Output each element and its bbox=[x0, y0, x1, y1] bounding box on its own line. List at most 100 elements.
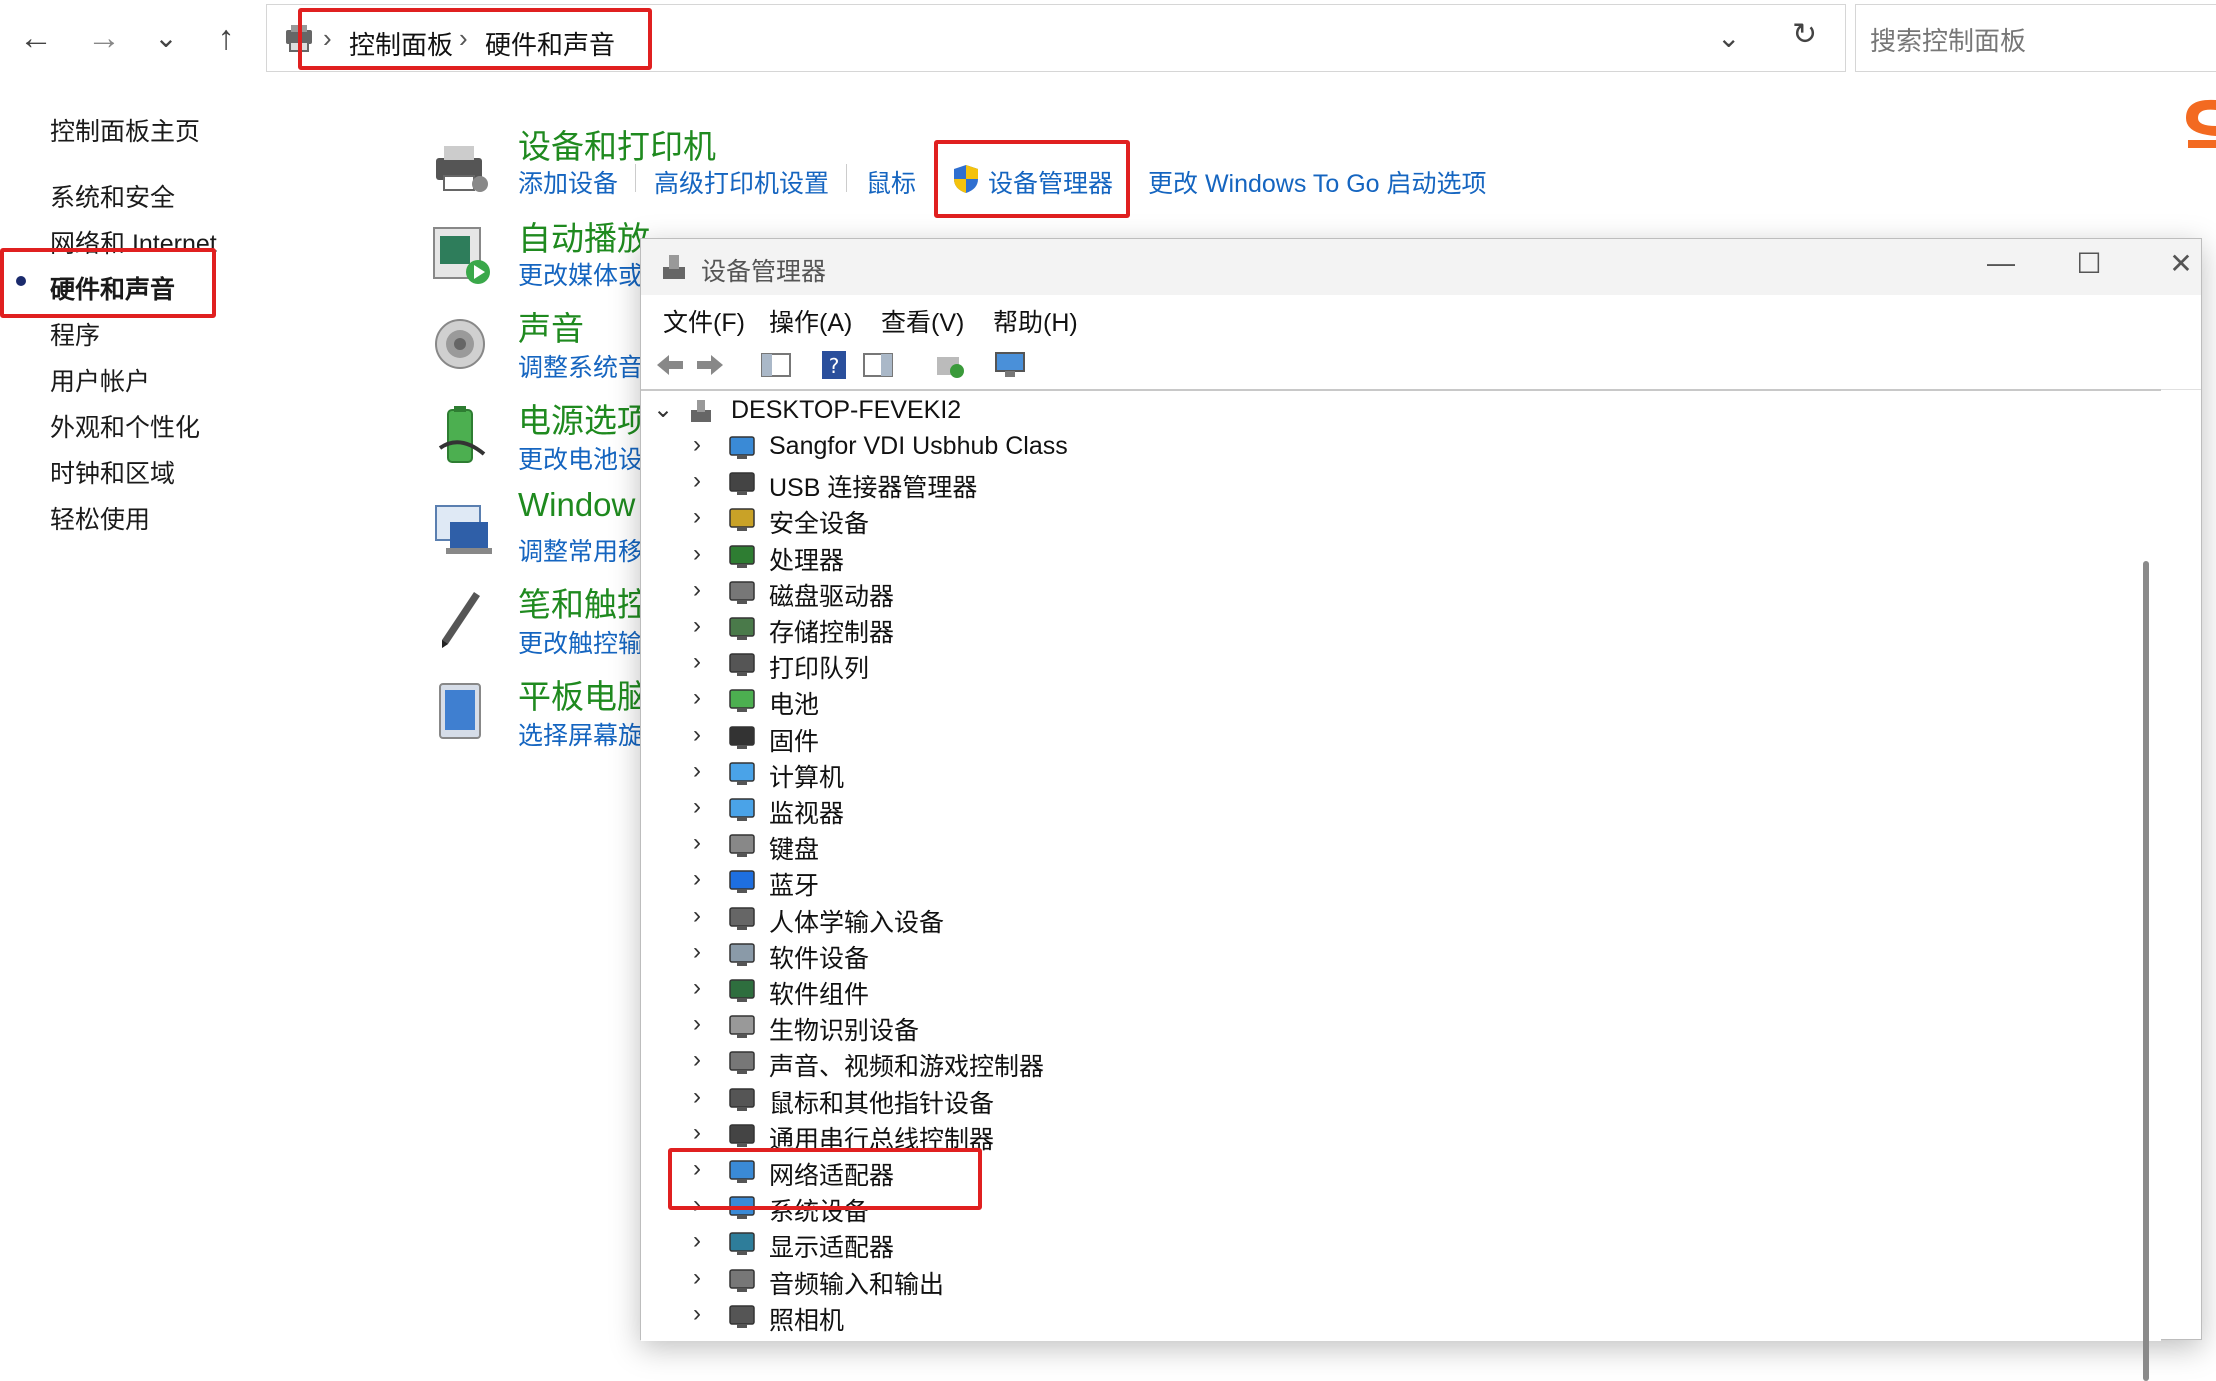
left-nav-appearance[interactable]: 外观和个性化 bbox=[50, 408, 200, 444]
tree-item[interactable]: › 磁盘驱动器 bbox=[641, 574, 2041, 611]
back-arrow-icon[interactable] bbox=[653, 349, 687, 381]
expand-chevron-icon[interactable]: › bbox=[693, 612, 701, 640]
tree-item[interactable]: › 安全设备 bbox=[641, 501, 2041, 538]
tree-item[interactable]: › 照相机 bbox=[641, 1298, 2041, 1335]
link-mobility[interactable]: 调整常用移 bbox=[518, 532, 643, 568]
expand-chevron-icon[interactable]: › bbox=[693, 757, 701, 785]
link-power[interactable]: 更改电池设 bbox=[518, 440, 643, 476]
tree-item[interactable]: › 固件 bbox=[641, 719, 2041, 756]
link-pen-touch[interactable]: 更改触控输 bbox=[518, 624, 643, 660]
expand-chevron-icon[interactable]: › bbox=[693, 865, 701, 893]
category-title-tablet[interactable]: 平板电脑 bbox=[518, 670, 650, 718]
tree-item[interactable]: › 存储控制器 bbox=[641, 610, 2041, 647]
expand-chevron-icon[interactable]: › bbox=[693, 540, 701, 568]
expand-chevron-icon[interactable]: › bbox=[693, 648, 701, 676]
vertical-scrollbar[interactable] bbox=[2143, 561, 2149, 1381]
link-add-device[interactable]: 添加设备 bbox=[518, 164, 618, 200]
expand-chevron-icon[interactable]: › bbox=[693, 902, 701, 930]
window-title-bar[interactable]: 设备管理器 — ☐ ✕ bbox=[641, 239, 2201, 295]
link-advanced-printer-settings[interactable]: 高级打印机设置 bbox=[654, 164, 829, 200]
category-title-pen-touch[interactable]: 笔和触控 bbox=[518, 578, 650, 626]
category-title-sound[interactable]: 声音 bbox=[518, 302, 584, 350]
tree-item-label: 存储控制器 bbox=[769, 619, 895, 647]
tree-item[interactable]: › 打印队列 bbox=[641, 646, 2041, 683]
link-windows-to-go[interactable]: 更改 Windows To Go 启动选项 bbox=[1148, 164, 1487, 200]
expand-chevron-icon[interactable]: › bbox=[693, 1083, 701, 1111]
minimize-button[interactable]: — bbox=[1971, 247, 2031, 279]
left-nav-clock-region[interactable]: 时钟和区域 bbox=[50, 454, 175, 490]
expand-chevron-icon[interactable]: › bbox=[693, 1119, 701, 1147]
expand-chevron-icon[interactable]: › bbox=[693, 938, 701, 966]
monitor-properties-icon[interactable] bbox=[993, 349, 1027, 381]
maximize-button[interactable]: ☐ bbox=[2059, 247, 2119, 280]
back-button[interactable]: ← bbox=[12, 14, 60, 62]
expand-chevron-icon[interactable]: › bbox=[693, 1046, 701, 1074]
expand-chevron-icon[interactable]: › bbox=[693, 684, 701, 712]
monitor-icon bbox=[727, 794, 757, 824]
tree-item-label: 蓝牙 bbox=[769, 872, 820, 901]
expand-chevron-icon[interactable]: › bbox=[693, 467, 701, 495]
expand-chevron-icon[interactable]: › bbox=[693, 1010, 701, 1038]
expand-chevron-icon[interactable]: › bbox=[693, 829, 701, 857]
up-button[interactable]: ↑ bbox=[202, 14, 250, 62]
tree-item[interactable]: › 软件设备 bbox=[641, 936, 2041, 973]
link-tablet[interactable]: 选择屏幕旋 bbox=[518, 716, 643, 752]
tree-item[interactable]: › 键盘 bbox=[641, 827, 2041, 864]
category-title-autoplay[interactable]: 自动播放 bbox=[518, 212, 650, 260]
link-mouse[interactable]: 鼠标 bbox=[866, 164, 916, 200]
tree-item[interactable]: › 蓝牙 bbox=[641, 863, 2041, 901]
tree-item[interactable]: › 计算机 bbox=[641, 755, 2041, 792]
search-box[interactable]: 搜索控制面板 bbox=[1855, 4, 2216, 72]
left-nav-home[interactable]: 控制面板主页 bbox=[50, 112, 200, 148]
expand-chevron-icon[interactable]: › bbox=[693, 721, 701, 749]
refresh-icon[interactable]: ↻ bbox=[1792, 17, 1817, 52]
tree-item[interactable]: › 声音、视频和游戏控制器 bbox=[641, 1044, 2041, 1081]
forward-button[interactable]: → bbox=[80, 14, 128, 62]
scan-hardware-icon[interactable] bbox=[933, 349, 967, 381]
tree-item[interactable]: › 鼠标和其他指针设备 bbox=[641, 1081, 2041, 1118]
expand-chevron-icon[interactable]: › bbox=[693, 1227, 701, 1255]
help-icon[interactable]: ? bbox=[817, 349, 851, 381]
expand-chevron-icon[interactable]: › bbox=[693, 503, 701, 531]
link-sound[interactable]: 调整系统音 bbox=[518, 348, 643, 384]
expand-chevron-icon[interactable]: › bbox=[693, 576, 701, 604]
menu-action[interactable]: 操作(A) bbox=[769, 303, 852, 339]
left-nav-system-security[interactable]: 系统和安全 bbox=[50, 178, 175, 214]
camera-icon bbox=[727, 1301, 757, 1331]
tree-item[interactable]: › 生物识别设备 bbox=[641, 1008, 2041, 1045]
expand-chevron-icon[interactable]: › bbox=[693, 793, 701, 821]
menu-file[interactable]: 文件(F) bbox=[663, 303, 745, 339]
close-button[interactable]: ✕ bbox=[2151, 247, 2211, 280]
show-hide-console-tree-icon[interactable] bbox=[759, 349, 793, 381]
menu-help[interactable]: 帮助(H) bbox=[993, 303, 1078, 339]
collapse-chevron-icon[interactable]: ⌄ bbox=[653, 395, 673, 424]
expand-chevron-icon[interactable]: › bbox=[693, 431, 701, 459]
tree-item[interactable]: › 电池 bbox=[641, 682, 2041, 719]
expand-chevron-icon[interactable]: › bbox=[693, 1300, 701, 1328]
search-placeholder: 搜索控制面板 bbox=[1870, 26, 2027, 56]
tree-item[interactable]: › 音频输入和输出 bbox=[641, 1262, 2041, 1299]
tree-item[interactable]: › 软件组件 bbox=[641, 972, 2041, 1009]
menu-bar: 文件(F) 操作(A) 查看(V) 帮助(H) bbox=[641, 295, 2201, 341]
category-title-devices-printers[interactable]: 设备和打印机 bbox=[518, 120, 716, 168]
tree-item[interactable]: › 显示适配器 bbox=[641, 1225, 2041, 1262]
menu-view[interactable]: 查看(V) bbox=[881, 303, 964, 339]
link-autoplay[interactable]: 更改媒体或 bbox=[518, 256, 643, 292]
forward-arrow-icon[interactable] bbox=[693, 349, 727, 381]
left-nav-user-accounts[interactable]: 用户帐户 bbox=[50, 362, 150, 398]
tree-item[interactable]: › 人体学输入设备 bbox=[641, 900, 2041, 937]
tree-item[interactable]: › 处理器 bbox=[641, 538, 2041, 575]
left-nav-ease-of-access[interactable]: 轻松使用 bbox=[50, 500, 150, 536]
recent-locations-button[interactable]: ⌄ bbox=[142, 14, 190, 62]
left-nav-programs[interactable]: 程序 bbox=[50, 316, 100, 352]
category-title-windows-mobility[interactable]: Window bbox=[518, 486, 635, 524]
tree-item[interactable]: › 监视器 bbox=[641, 791, 2041, 828]
tree-item[interactable]: › Sangfor VDI Usbhub Class bbox=[641, 429, 2041, 465]
address-dropdown-icon[interactable]: ⌄ bbox=[1717, 21, 1740, 54]
expand-chevron-icon[interactable]: › bbox=[693, 1264, 701, 1292]
tree-item[interactable]: › USB 连接器管理器 bbox=[641, 465, 2041, 502]
tree-root[interactable]: ⌄ DESKTOP-FEVEKI2 bbox=[641, 393, 2041, 429]
show-action-pane-icon[interactable] bbox=[861, 349, 895, 381]
category-title-power-options[interactable]: 电源选项 bbox=[518, 394, 650, 442]
expand-chevron-icon[interactable]: › bbox=[693, 974, 701, 1002]
